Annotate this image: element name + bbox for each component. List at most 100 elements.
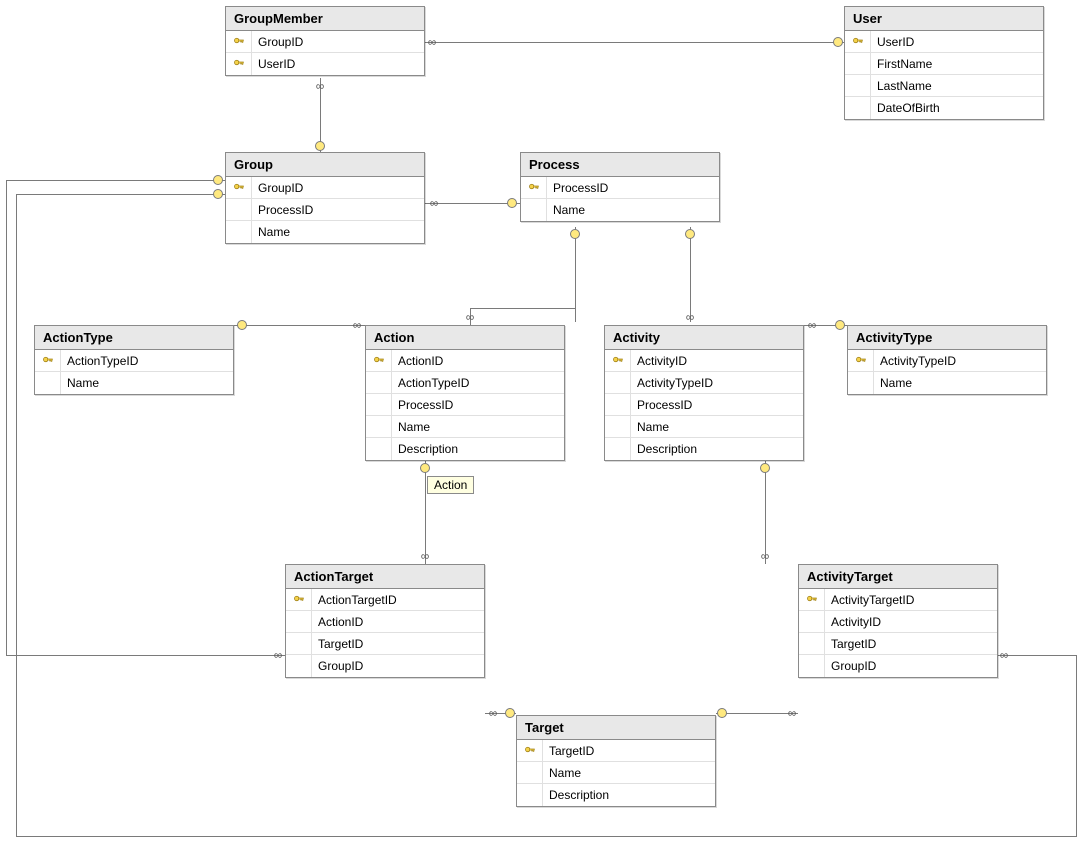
entity-row[interactable]: LastName — [845, 75, 1043, 97]
entity-row[interactable]: Name — [226, 221, 424, 243]
entity-actiontype[interactable]: ActionType ActionTypeIDName — [34, 325, 234, 395]
rel-end-icon — [835, 320, 845, 330]
pk-cell — [848, 372, 874, 394]
field-name: LastName — [871, 79, 932, 93]
rel-line — [6, 180, 225, 181]
entity-target[interactable]: Target TargetIDNameDescription — [516, 715, 716, 807]
rel-end-icon: ∞ — [761, 550, 770, 562]
entity-row[interactable]: UserID — [226, 53, 424, 75]
entity-row[interactable]: ActionTargetID — [286, 589, 484, 611]
entity-row[interactable]: Name — [521, 199, 719, 221]
entity-fields: ProcessIDName — [521, 177, 719, 221]
entity-row[interactable]: ProcessID — [226, 199, 424, 221]
pk-cell — [605, 350, 631, 371]
rel-line — [16, 194, 225, 195]
entity-row[interactable]: UserID — [845, 31, 1043, 53]
entity-row[interactable]: Name — [517, 762, 715, 784]
entity-row[interactable]: ProcessID — [521, 177, 719, 199]
pk-cell — [366, 394, 392, 415]
rel-end-icon — [570, 229, 580, 239]
rel-line — [234, 325, 365, 326]
field-name: Description — [543, 788, 609, 802]
entity-row[interactable]: ActivityTypeID — [605, 372, 803, 394]
pk-cell — [226, 31, 252, 52]
entity-row[interactable]: DateOfBirth — [845, 97, 1043, 119]
key-icon — [233, 36, 245, 48]
entity-row[interactable]: ProcessID — [366, 394, 564, 416]
entity-row[interactable]: TargetID — [517, 740, 715, 762]
entity-title: ActionTarget — [286, 565, 484, 589]
entity-row[interactable]: ActivityTargetID — [799, 589, 997, 611]
key-icon — [852, 36, 864, 48]
field-name: ActivityID — [825, 615, 881, 629]
rel-line — [1076, 655, 1077, 837]
pk-cell — [35, 350, 61, 371]
entity-title: ActivityType — [848, 326, 1046, 350]
entity-row[interactable]: ActivityID — [605, 350, 803, 372]
entity-activitytarget[interactable]: ActivityTarget ActivityTargetIDActivityI… — [798, 564, 998, 678]
field-name: DateOfBirth — [871, 101, 940, 115]
entity-row[interactable]: GroupID — [286, 655, 484, 677]
rel-end-icon — [213, 175, 223, 185]
entity-fields: ActionIDActionTypeIDProcessIDNameDescrip… — [366, 350, 564, 460]
entity-user[interactable]: User UserIDFirstNameLastNameDateOfBirth — [844, 6, 1044, 120]
field-name: TargetID — [825, 637, 876, 651]
field-name: UserID — [252, 57, 295, 71]
entity-groupmember[interactable]: GroupMember GroupIDUserID — [225, 6, 425, 76]
key-icon — [612, 355, 624, 367]
entity-action[interactable]: Action ActionIDActionTypeIDProcessIDName… — [365, 325, 565, 461]
rel-end-icon: ∞ — [421, 550, 430, 562]
entity-fields: ActionTypeIDName — [35, 350, 233, 394]
entity-row[interactable]: Description — [366, 438, 564, 460]
entity-process[interactable]: Process ProcessIDName — [520, 152, 720, 222]
pk-cell — [226, 53, 252, 75]
field-name: UserID — [871, 35, 914, 49]
entity-row[interactable]: Description — [517, 784, 715, 806]
entity-title: Activity — [605, 326, 803, 350]
rel-line — [998, 655, 1076, 656]
pk-cell — [366, 372, 392, 393]
entity-row[interactable]: GroupID — [226, 177, 424, 199]
entity-row[interactable]: ActionTypeID — [366, 372, 564, 394]
entity-row[interactable]: GroupID — [799, 655, 997, 677]
entity-fields: TargetID Name Description — [517, 740, 715, 806]
pk-cell — [366, 416, 392, 437]
entity-row[interactable]: Name — [35, 372, 233, 394]
rel-end-icon: ∞ — [466, 311, 475, 323]
pk-cell — [517, 740, 543, 761]
pk-cell — [845, 31, 871, 52]
field-name: TargetID — [543, 744, 594, 758]
entity-fields: ActivityTypeIDName — [848, 350, 1046, 394]
field-name: GroupID — [252, 181, 303, 195]
pk-cell — [366, 350, 392, 371]
entity-row[interactable]: ActivityTypeID — [848, 350, 1046, 372]
entity-group[interactable]: Group GroupIDProcessIDName — [225, 152, 425, 244]
rel-end-icon — [833, 37, 843, 47]
entity-fields: UserID FirstName LastName DateOfBirth — [845, 31, 1043, 119]
entity-row[interactable]: ActionTypeID — [35, 350, 233, 372]
pk-cell — [605, 438, 631, 460]
entity-row[interactable]: ActivityID — [799, 611, 997, 633]
rel-end-icon — [237, 320, 247, 330]
entity-row[interactable]: ActionID — [366, 350, 564, 372]
entity-row[interactable]: GroupID — [226, 31, 424, 53]
entity-row[interactable]: Name — [848, 372, 1046, 394]
entity-row[interactable]: ActionID — [286, 611, 484, 633]
rel-end-icon: ∞ — [430, 197, 439, 209]
entity-row[interactable]: Name — [366, 416, 564, 438]
key-icon — [806, 594, 818, 606]
entity-row[interactable]: Name — [605, 416, 803, 438]
entity-row[interactable]: TargetID — [286, 633, 484, 655]
field-name: ActivityTargetID — [825, 593, 914, 607]
entity-row[interactable]: ProcessID — [605, 394, 803, 416]
entity-activity[interactable]: Activity ActivityIDActivityTypeIDProcess… — [604, 325, 804, 461]
entity-fields: ActivityTargetID ActivityID TargetID GroupI… — [799, 589, 997, 677]
key-icon — [373, 355, 385, 367]
entity-activitytype[interactable]: ActivityType ActivityTypeIDName — [847, 325, 1047, 395]
entity-actiontarget[interactable]: ActionTarget ActionTargetIDActionID Targe… — [285, 564, 485, 678]
entity-row[interactable]: Description — [605, 438, 803, 460]
field-name: Name — [252, 225, 290, 239]
entity-row[interactable]: FirstName — [845, 53, 1043, 75]
entity-row[interactable]: TargetID — [799, 633, 997, 655]
field-name: TargetID — [312, 637, 363, 651]
